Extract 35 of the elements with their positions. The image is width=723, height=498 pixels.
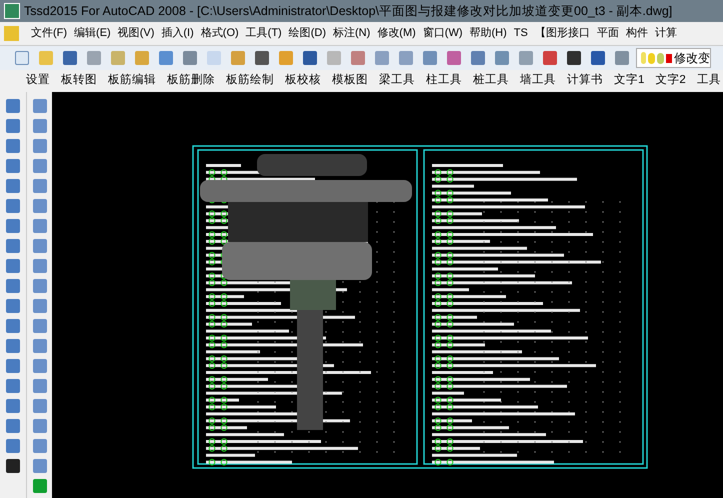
app-icon — [4, 3, 20, 19]
menu-item[interactable]: 平面 — [594, 25, 622, 42]
menu-item[interactable]: 帮助(H) — [466, 25, 510, 42]
menu-item[interactable]: 编辑(E) — [71, 25, 114, 42]
menu-item[interactable]: 窗口(W) — [420, 25, 466, 42]
menu-item[interactable]: 标注(N) — [330, 25, 374, 42]
menu-item[interactable]: 绘图(D) — [286, 25, 329, 42]
tssd-menu-item[interactable]: 板筋删除 — [167, 72, 215, 90]
menu-item[interactable]: 计算 — [652, 25, 680, 42]
tssd-menu-item[interactable]: 桩工具 — [473, 72, 509, 90]
menu-item[interactable]: 视图(V) — [114, 25, 158, 42]
tssd-menu-item[interactable]: 文字2 — [655, 72, 686, 90]
menu-item[interactable]: TS — [510, 25, 531, 42]
window-title: Tssd2015 For AutoCAD 2008 - [C:\Users\Administrator\Desktop\平面图与报建修改对比加坡道变更00_t3 - 副本.dwg] — [24, 2, 672, 20]
tssd-menu-item[interactable]: 设置 — [26, 72, 50, 90]
tssd-menu-item[interactable]: 板筋编辑 — [108, 72, 156, 90]
layer-field[interactable]: 修改变 — [636, 48, 711, 68]
menu-item[interactable]: 【图形接口 — [532, 25, 593, 42]
tssd-menu-item[interactable]: 工具 — [696, 72, 721, 90]
tssd-menu-item[interactable]: 柱工具 — [426, 72, 462, 90]
tssd-menu-item[interactable]: 板筋绘制 — [226, 72, 274, 90]
menu-item[interactable]: 格式(O) — [198, 25, 242, 42]
menu-item[interactable]: 插入(I) — [158, 25, 197, 42]
menu-item[interactable]: 构件 — [622, 25, 651, 42]
menu-item[interactable]: 工具(T) — [242, 25, 285, 42]
menu-item[interactable]: 文件(F) — [28, 25, 70, 42]
tssd-menu-item[interactable]: 文字1 — [614, 72, 644, 90]
tssd-menu-item[interactable]: 板校核 — [285, 72, 321, 90]
menu-item[interactable]: 修改(M) — [374, 25, 419, 42]
tssd-menu-item[interactable]: 墙工具 — [520, 72, 556, 90]
tssd-menu-item[interactable]: 模板图 — [332, 72, 368, 90]
tssd-menu-item[interactable]: 梁工具 — [379, 72, 415, 90]
layer-name: 修改变 — [674, 50, 710, 67]
tssd-menu-item[interactable]: 计算书 — [567, 72, 603, 90]
tssd-menu-item[interactable]: 板转图 — [61, 72, 97, 90]
